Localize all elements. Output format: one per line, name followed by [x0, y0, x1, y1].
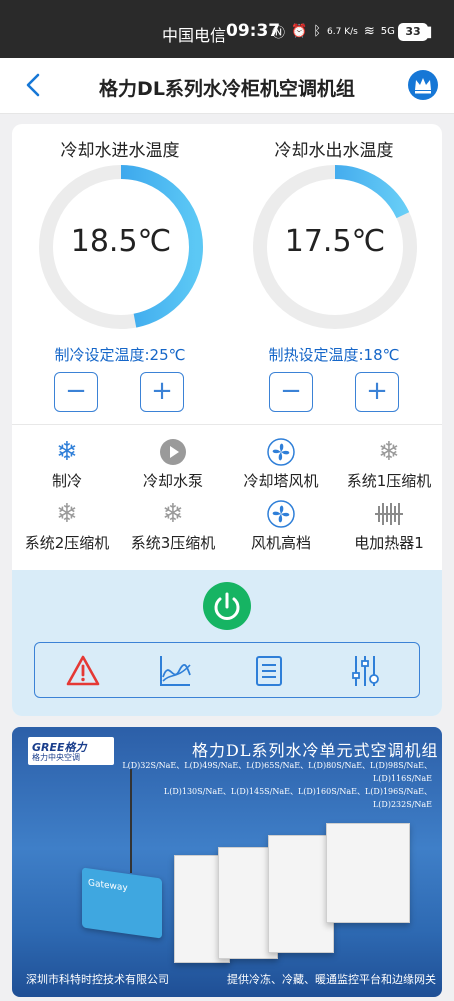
- snowflake-icon: ❄: [378, 437, 400, 467]
- section-divider: [12, 424, 442, 425]
- wifi-icon: ≋: [363, 24, 375, 39]
- snowflake-icon: ❄: [56, 499, 78, 529]
- gateway-label: Gateway: [88, 878, 128, 894]
- snowflake-icon: ❄: [56, 437, 78, 467]
- device-compressor-1: ❄ 系统1压缩机: [334, 438, 442, 491]
- device-cooling: ❄ 制冷: [12, 438, 122, 491]
- control-panel: [12, 570, 442, 716]
- banner-models: L(D)32S/NaE、L(D)49S/NaE、L(D)65S/NaE、L(D)…: [122, 759, 432, 811]
- inlet-temp-value: 18.5℃: [70, 224, 172, 259]
- status-bar: 中国电信 09:37 Ⓝ ⏰ ᛒ 6.7 K/s ≋ 5G ▂▄▆ 33: [0, 0, 454, 58]
- nfc-icon: Ⓝ: [272, 26, 286, 41]
- trend-chart-icon[interactable]: [157, 653, 193, 689]
- ac-unit-image: [326, 823, 410, 923]
- battery-indicator: 33: [398, 23, 428, 41]
- cooling-setpoint-label: 制冷设定温度:25℃: [54, 346, 186, 364]
- heater-icon: [334, 500, 442, 528]
- bluetooth-icon: ᛒ: [313, 24, 322, 39]
- models-line-1: L(D)32S/NaE、L(D)49S/NaE、L(D)65S/NaE、L(D)…: [122, 761, 432, 783]
- device-label: 系统2压缩机: [24, 534, 110, 552]
- device-label: 电加热器1: [354, 534, 424, 552]
- pump-play-icon: [118, 438, 228, 466]
- device-label: 系统1压缩机: [346, 472, 432, 490]
- brand-logo-subtext: 格力中央空调: [32, 753, 80, 762]
- settings-sliders-icon[interactable]: [347, 653, 383, 689]
- inlet-temp-label: 冷却水进水温度: [60, 141, 180, 161]
- snowflake-icon: ❄: [162, 499, 184, 529]
- device-compressor-2: ❄ 系统2压缩机: [12, 500, 122, 553]
- device-label: 风机高档: [250, 534, 311, 552]
- alarm-clock-icon: ⏰: [291, 24, 308, 39]
- list-icon[interactable]: [251, 653, 287, 689]
- gree-logo: GREE格力 格力中央空调: [28, 737, 114, 765]
- ac-unit-image: [268, 835, 334, 953]
- fan-icon: [226, 438, 336, 466]
- device-label: 冷却水泵: [142, 472, 203, 490]
- device-heater-1: 电加热器1: [334, 500, 442, 553]
- gateway-device-image: Gateway: [82, 867, 162, 939]
- carrier-name: 中国电信: [162, 26, 227, 45]
- power-button[interactable]: [203, 582, 251, 630]
- antenna-image: [130, 769, 132, 873]
- cooling-decrease-button[interactable]: −: [54, 372, 98, 412]
- net-speed: 6.7 K/s: [327, 26, 358, 37]
- device-label: 冷却塔风机: [243, 472, 319, 490]
- fan-icon: [226, 500, 336, 528]
- device-label: 系统3压缩机: [130, 534, 216, 552]
- company-name: 深圳市科特时控技术有限公司: [26, 973, 169, 986]
- device-fan-high: 风机高档: [226, 500, 336, 553]
- banner-title: 格力DL系列水冷单元式空调机组: [192, 741, 439, 760]
- alarm-icon[interactable]: [65, 653, 101, 689]
- unit-status-card: 冷却水进水温度 18.5℃ 冷却水出水温度 17.5℃ 制冷设定温度:25℃ −…: [12, 124, 442, 716]
- page-title: 格力DL系列水冷柜机空调机组: [99, 78, 355, 100]
- heating-setpoint-label: 制热设定温度:18℃: [268, 346, 400, 364]
- company-slogan: 提供冷冻、冷藏、暖通监控平台和边缘网关: [227, 973, 436, 986]
- outlet-temp-label: 冷却水出水温度: [274, 141, 394, 161]
- power-icon: [214, 592, 240, 620]
- signal-label: 5G: [380, 26, 395, 37]
- device-cooling-pump: 冷却水泵: [118, 438, 228, 491]
- device-compressor-3: ❄ 系统3压缩机: [118, 500, 228, 553]
- product-banner[interactable]: GREE格力 格力中央空调 格力DL系列水冷单元式空调机组 L(D)32S/Na…: [12, 727, 442, 997]
- banner-footer: 深圳市科特时控技术有限公司 提供冷冻、冷藏、暖通监控平台和边缘网关: [26, 971, 436, 987]
- heating-decrease-button[interactable]: −: [269, 372, 313, 412]
- models-line-2: L(D)130S/NaE、L(D)145S/NaE、L(D)160S/NaE、L…: [163, 787, 432, 809]
- outlet-temp-value: 17.5℃: [284, 224, 386, 259]
- app-header: 格力DL系列水冷柜机空调机组: [0, 58, 454, 114]
- device-label: 制冷: [51, 472, 82, 490]
- device-tower-fan: 冷却塔风机: [226, 438, 336, 491]
- cooling-increase-button[interactable]: +: [140, 372, 184, 412]
- crown-icon[interactable]: [408, 70, 438, 100]
- function-toolbar: [34, 642, 420, 698]
- heating-increase-button[interactable]: +: [355, 372, 399, 412]
